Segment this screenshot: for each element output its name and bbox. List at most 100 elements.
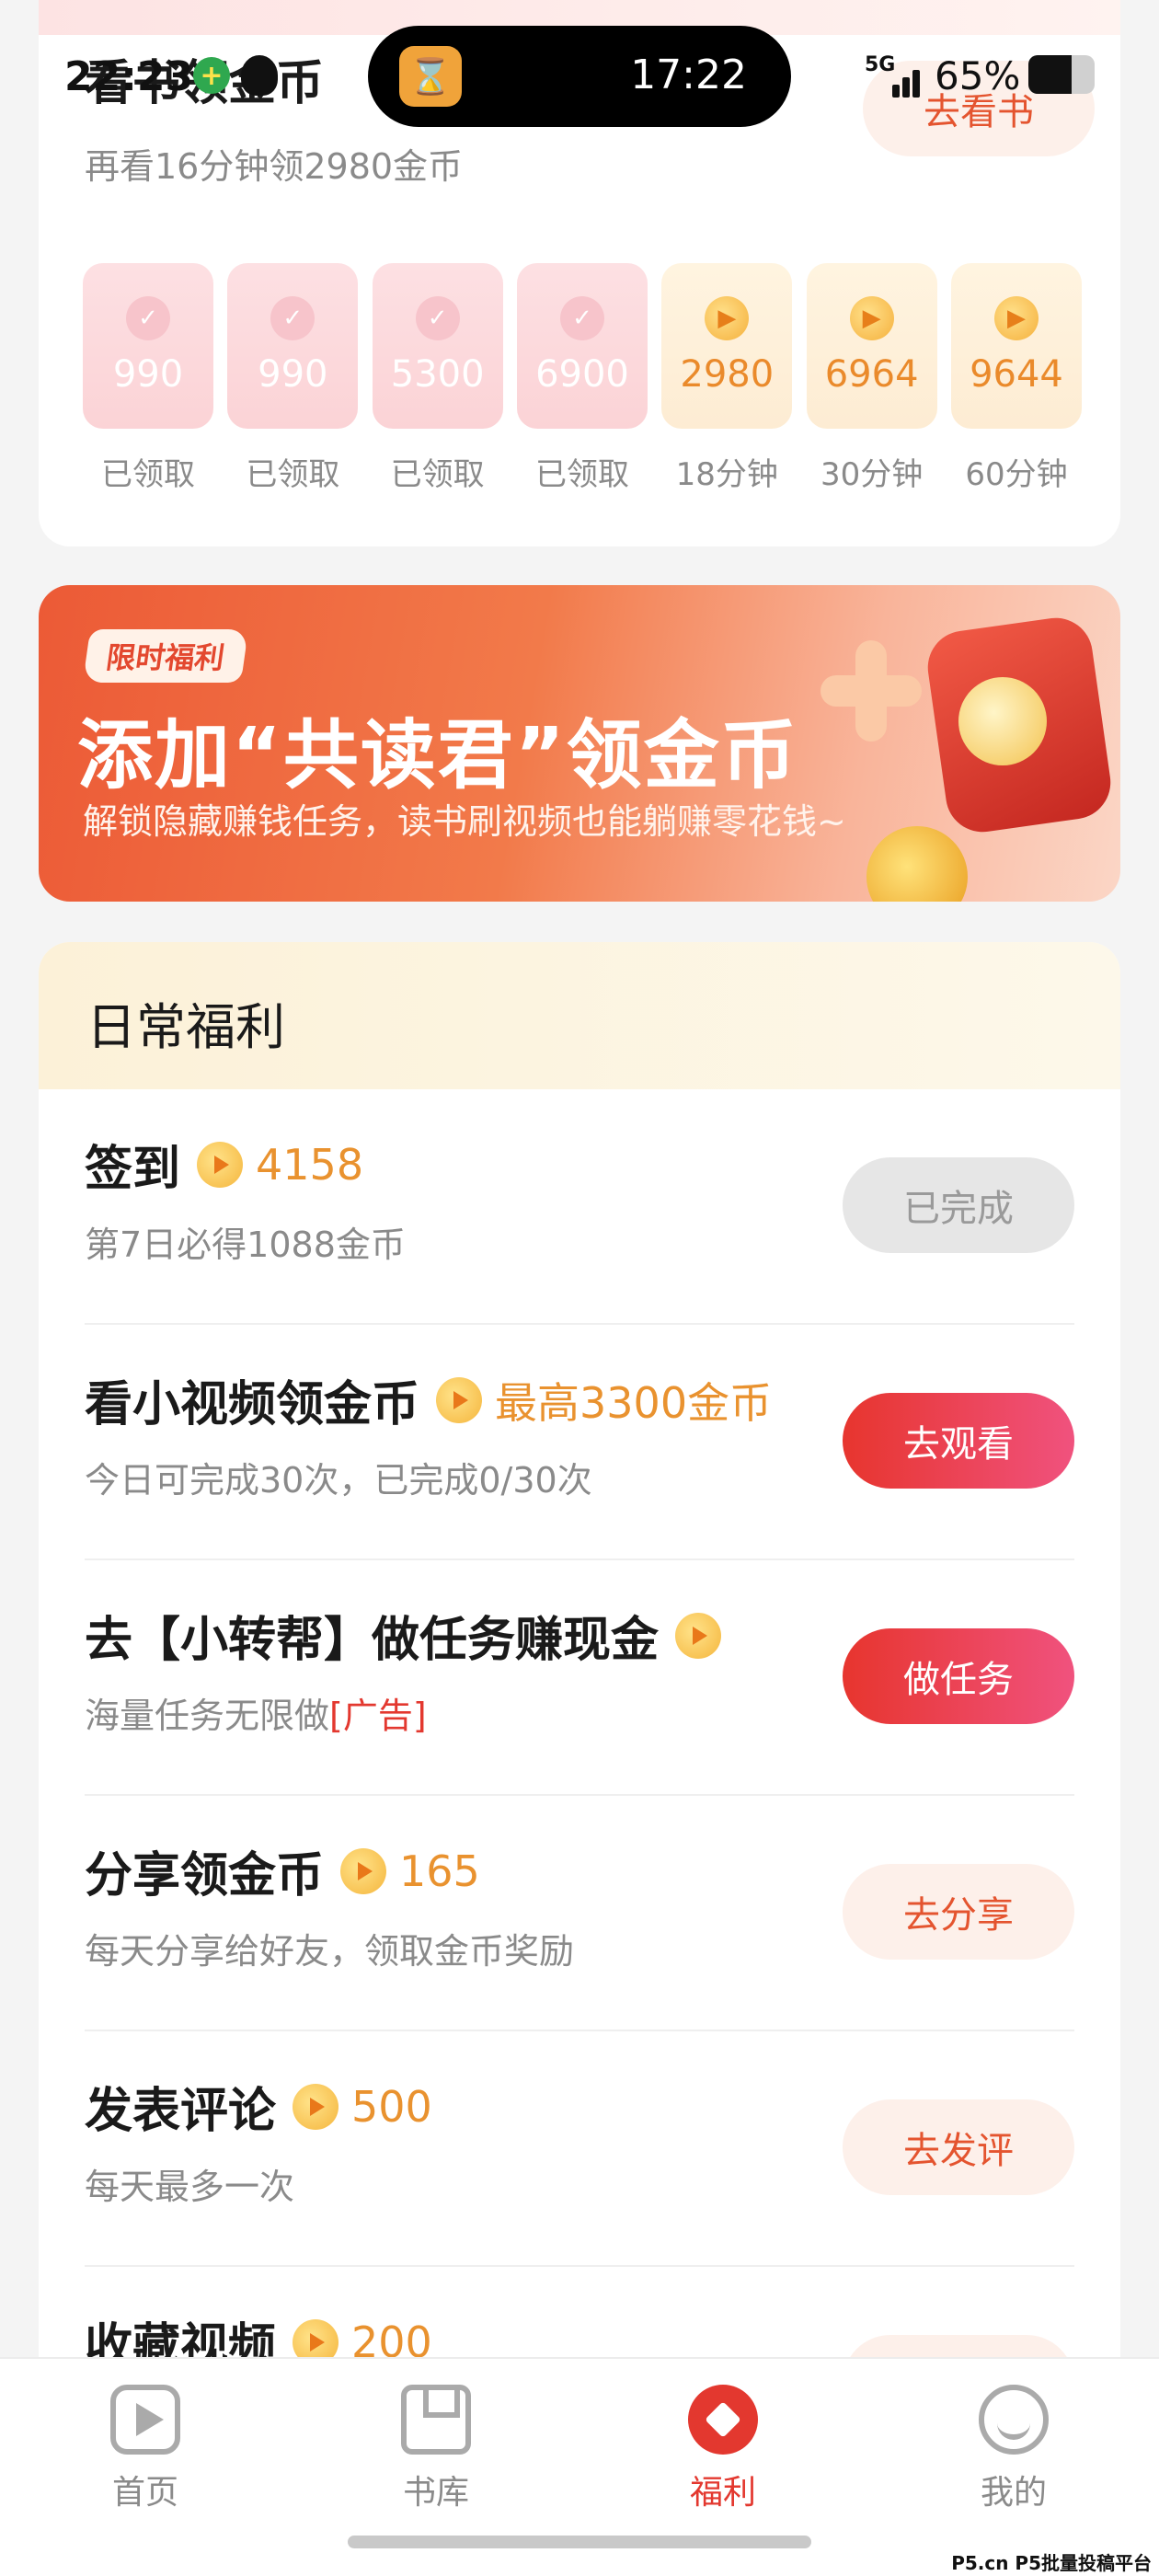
network-type: 5G [865,53,896,76]
reward-tile[interactable]: ▶ 2980 18分钟 [661,263,793,494]
task-title: 看小视频领金币 [85,1377,420,1432]
nav-label: 福利 [689,2474,756,2512]
task-subtitle: 今日可完成30次，已完成0/30次 [85,1460,592,1501]
reward-tile[interactable]: ✓ 990 已领取 [83,263,213,494]
daily-header: 日常福利 [39,942,1120,1089]
island-timer: 17:22 [630,52,747,98]
check-icon: ✓ [270,296,316,340]
task-title: 分享领金币 [85,1848,325,1903]
nav-label: 我的 [980,2474,1047,2512]
tile-label: 30分钟 [820,456,924,493]
task-title: 去【小转帮】做任务赚现金 [85,1613,660,1668]
tile-value: 9644 [970,353,1063,396]
check-icon: ✓ [559,296,604,340]
task-row-ad-tasks: 去【小转帮】做任务赚现金 海量任务无限做[广告] 做任务 [85,1560,1074,1796]
coin-icon [340,1847,387,1894]
banner-subtitle: 解锁隐藏赚钱任务，读书刷视频也能躺赚零花钱~ [83,801,846,842]
task-reward: 500 [351,2081,432,2132]
check-icon: ✓ [126,296,170,340]
tile-box: ▶ 9644 [950,263,1082,429]
tile-value: 2980 [680,353,775,396]
nav-item-library[interactable]: 书库 [362,2385,510,2513]
task-title: 签到 [85,1142,181,1197]
watermark: P5.cn P5批量投稿平台 [951,2552,1152,2574]
task-title-wrap: 分享领金币 165 [85,1836,480,1905]
tile-label: 18分钟 [675,456,778,493]
tile-value: 990 [258,353,328,396]
reward-tile[interactable]: ▶ 6964 30分钟 [806,263,937,494]
reward-tile[interactable]: ✓ 6900 已领取 [516,263,648,494]
nav-item-welfare[interactable]: 福利 [649,2385,797,2513]
tile-label: 已领取 [534,456,629,493]
play-icon [110,2385,180,2455]
home-indicator [348,2536,811,2548]
tile-value: 990 [112,353,184,396]
app-notification-icon: + [193,57,230,94]
welfare-icon [688,2385,758,2455]
coin-icon [197,1141,244,1188]
gold-coin-icon [866,826,968,902]
coin-icon [293,2083,339,2130]
task-row-comment: 发表评论 500 每天最多一次 去发评 [85,2031,1074,2267]
tile-box: ✓ 990 [83,263,213,429]
battery-percent: 65% [935,53,1021,98]
go-comment-button[interactable]: 去发评 [843,2099,1074,2195]
check-icon: ✓ [415,296,460,340]
reward-tile[interactable]: ▶ 9644 60分钟 [950,263,1082,494]
status-bar: 22:23 + ⌛ 17:22 5G 65% [0,0,1159,156]
task-row-checkin: 签到 4158 第7日必得1088金币 已完成 [85,1089,1074,1325]
tile-label: 60分钟 [965,456,1068,493]
tile-box: ✓ 5300 [372,263,503,429]
qq-penguin-icon [241,55,278,96]
do-task-button[interactable]: 做任务 [843,1628,1074,1724]
task-subtitle: 每天分享给好友，领取金币奖励 [85,1931,575,1972]
task-subtitle: 海量任务无限做 [85,1696,330,1736]
promo-banner[interactable]: 限时福利 添加“共读君”领金币 解锁隐藏赚钱任务，读书刷视频也能躺赚零花钱~ [39,585,1120,902]
task-title-wrap: 签到 4158 [85,1130,363,1199]
banner-title: 添加“共读君”领金币 [77,712,798,799]
go-share-button[interactable]: 去分享 [843,1864,1074,1960]
task-reward: 4158 [256,1139,364,1190]
reward-tile[interactable]: ✓ 5300 已领取 [372,263,503,494]
daily-welfare-section: 日常福利 签到 4158 第7日必得1088金币 已完成 看小视频领金币 最高3… [39,942,1120,2576]
go-watch-button[interactable]: 去观看 [843,1393,1074,1489]
tile-box: ✓ 990 [227,263,359,429]
tile-label: 已领取 [246,456,340,493]
dynamic-island[interactable]: ⌛ 17:22 [368,26,791,127]
task-title-wrap: 看小视频领金币 最高3300金币 [85,1365,772,1434]
task-reward: 最高3300金币 [495,1377,773,1428]
purse-coin-icon [958,677,1047,765]
tile-value: 6964 [824,353,919,396]
limited-offer-badge: 限时福利 [82,629,249,683]
task-title-wrap: 发表评论 500 [85,2072,432,2141]
play-coin-icon: ▶ [849,296,894,340]
task-title-wrap: 去【小转帮】做任务赚现金 [85,1601,734,1670]
nav-item-me[interactable]: 我的 [940,2385,1087,2513]
tile-label: 已领取 [101,456,195,493]
task-subtitle: 第7日必得1088金币 [85,1225,406,1265]
smile-icon [979,2385,1049,2455]
reward-tiles: ✓ 990 已领取 ✓ 990 已领取 ✓ 5300 已领取 ✓ 6900 已领… [83,263,1082,494]
play-coin-icon: ▶ [705,296,750,340]
play-coin-icon: ▶ [993,296,1039,340]
task-subtitle-wrap: 海量任务无限做[广告] [85,1687,427,1738]
completed-button[interactable]: 已完成 [843,1157,1074,1253]
nav-label: 首页 [111,2474,178,2512]
nav-label: 书库 [402,2474,469,2512]
coin-icon [436,1376,483,1423]
hourglass-icon: ⌛ [399,46,462,107]
tile-value: 5300 [390,353,485,396]
tile-label: 已领取 [390,456,485,493]
task-subtitle: 每天最多一次 [85,2167,295,2207]
tile-box: ✓ 6900 [516,263,648,429]
ad-label: [广告] [329,1696,427,1736]
tile-value: 6900 [535,353,629,396]
task-reward: 165 [399,1846,480,1896]
nav-item-home[interactable]: 首页 [72,2385,219,2513]
signal-icon: 5G [865,53,924,98]
status-time: 22:23 [64,53,194,100]
reward-tile[interactable]: ✓ 990 已领取 [227,263,359,494]
task-row-video: 看小视频领金币 最高3300金币 今日可完成30次，已完成0/30次 去观看 [85,1325,1074,1560]
task-title: 发表评论 [85,2084,277,2139]
section-title: 日常福利 [86,998,285,1056]
